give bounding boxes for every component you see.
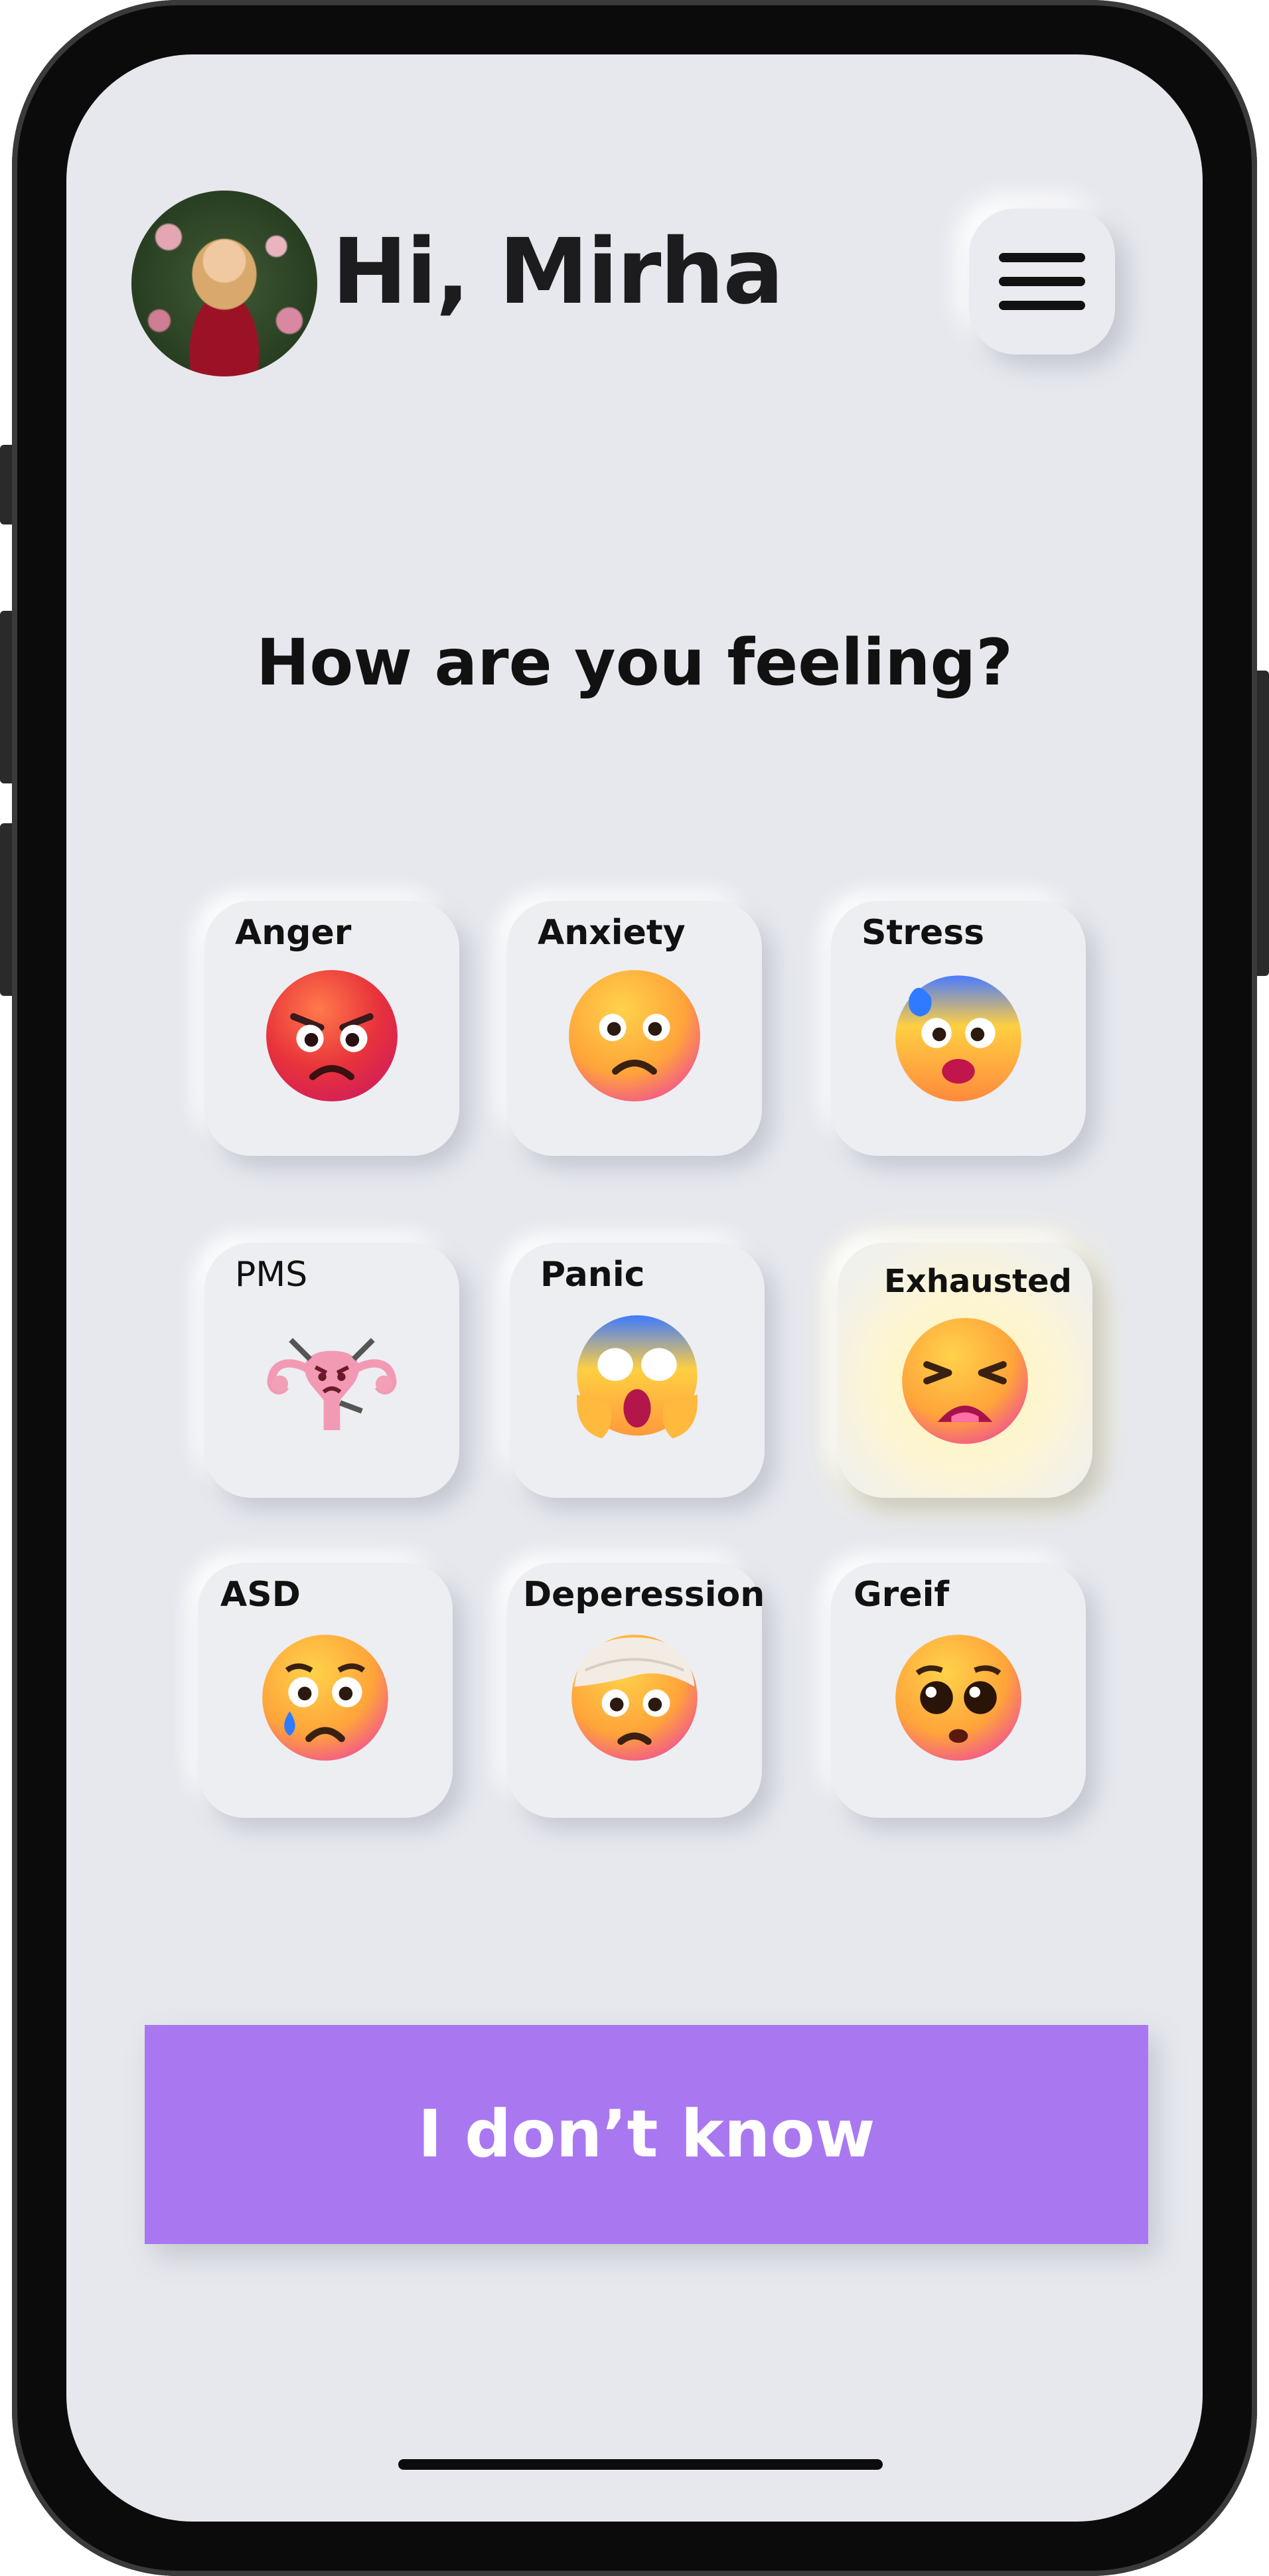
- mood-tile-pms[interactable]: PMS: [204, 1243, 459, 1498]
- screaming-face-icon: [576, 1315, 698, 1439]
- mood-tile-stress[interactable]: Stress: [831, 901, 1086, 1156]
- menu-icon-line: [999, 253, 1085, 262]
- mood-tile-exhausted[interactable]: Exhausted: [838, 1243, 1092, 1498]
- anxious-sweat-face-icon: [895, 975, 1021, 1101]
- mood-label: Panic: [540, 1255, 645, 1295]
- mood-label: Exhausted: [884, 1263, 1072, 1300]
- mood-label: Deperession: [523, 1575, 765, 1615]
- mood-label: Anger: [235, 913, 352, 953]
- mood-label: PMS: [235, 1255, 308, 1295]
- home-indicator[interactable]: [398, 2459, 883, 2470]
- menu-icon-line: [999, 277, 1085, 286]
- bandaged-face-icon: [571, 1635, 698, 1761]
- angry-face-icon: [266, 970, 398, 1101]
- tired-face-icon: [902, 1318, 1028, 1444]
- uterus-icon: [267, 1338, 397, 1431]
- mood-label: Stress: [861, 913, 985, 953]
- mood-label: Greif: [854, 1575, 950, 1615]
- mood-tile-panic[interactable]: Panic: [510, 1243, 765, 1498]
- mood-label: ASD: [220, 1575, 301, 1615]
- dont-know-button[interactable]: I don’t know: [145, 2025, 1148, 2244]
- avatar[interactable]: [131, 191, 317, 376]
- mood-tile-asd[interactable]: ASD: [198, 1563, 453, 1818]
- mood-label: Anxiety: [538, 913, 686, 953]
- mood-tile-anxiety[interactable]: Anxiety: [507, 901, 762, 1156]
- pleading-face-icon: [895, 1635, 1021, 1761]
- mood-tile-depression[interactable]: Deperession: [507, 1563, 765, 1818]
- greeting-title: Hi, Mirha: [332, 220, 784, 325]
- phone-frame: Hi, Mirha How are you feeling? Anger Anx…: [12, 0, 1257, 2576]
- mood-tile-anger[interactable]: Anger: [204, 901, 459, 1156]
- mood-tile-grief[interactable]: Greif: [831, 1563, 1086, 1818]
- menu-icon-line: [999, 301, 1085, 310]
- page-title: How are you feeling?: [256, 625, 1013, 700]
- frowning-face-icon: [569, 970, 700, 1101]
- tearful-face-icon: [262, 1635, 388, 1761]
- hamburger-menu-button[interactable]: [969, 208, 1115, 355]
- app-screen: Hi, Mirha How are you feeling? Anger Anx…: [66, 54, 1203, 2522]
